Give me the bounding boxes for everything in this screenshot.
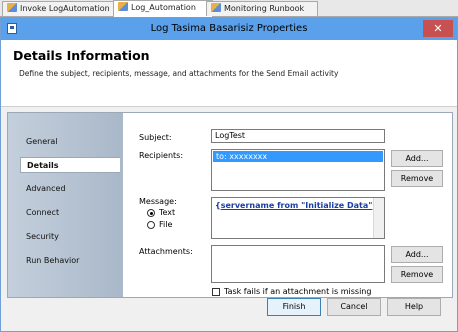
attachments-label: Attachments: <box>139 247 193 256</box>
message-scrollbar[interactable] <box>373 198 384 238</box>
text-radio[interactable] <box>147 209 155 217</box>
cancel-button[interactable]: Cancel <box>327 298 381 316</box>
runbook-icon <box>211 3 221 12</box>
file-radio[interactable] <box>147 221 155 229</box>
recipient-item[interactable]: to: xxxxxxxx <box>213 151 383 162</box>
details-header: Details Information Define the subject, … <box>1 40 457 107</box>
tab-monitoring-runbook[interactable]: Monitoring Runbook <box>206 1 318 16</box>
page-title: Details Information <box>13 48 150 63</box>
help-button[interactable]: Help <box>387 298 441 316</box>
tab-log-automation[interactable]: Log_Automation <box>113 0 213 17</box>
details-panel: Subject: LogTest Recipients: to: xxxxxxx… <box>123 112 453 298</box>
text-option-label: Text <box>159 208 176 217</box>
message-link-second[interactable]: fro <box>384 201 385 210</box>
finish-button[interactable]: Finish <box>267 298 321 316</box>
nav-item-security[interactable]: Security <box>26 232 59 241</box>
recipients-label: Recipients: <box>139 151 184 160</box>
page-description: Define the subject, recipients, message,… <box>19 69 339 78</box>
runbook-icon <box>7 3 17 12</box>
nav-item-run-behavior[interactable]: Run Behavior <box>26 256 79 265</box>
add-recipient-button[interactable]: Add... <box>391 150 443 167</box>
properties-dialog: Log Tasima Basarisiz Properties ✕ Detail… <box>0 17 458 332</box>
tab-invoke-logautomation[interactable]: Invoke LogAutomation <box>2 1 120 16</box>
remove-recipient-button[interactable]: Remove <box>391 170 443 187</box>
attachments-list[interactable] <box>211 245 385 283</box>
remove-attachment-button[interactable]: Remove <box>391 266 443 283</box>
subject-label: Subject: <box>139 133 172 142</box>
document-tabs: Invoke LogAutomation Log_Automation Moni… <box>0 0 458 17</box>
title-bar: Log Tasima Basarisiz Properties ✕ <box>1 18 457 40</box>
message-link-servername[interactable]: servername from "Initialize Data" <box>221 201 373 210</box>
nav-item-connect[interactable]: Connect <box>26 208 59 217</box>
message-textarea[interactable]: {servername from "Initialize Data"}{fro <box>211 197 385 239</box>
close-button[interactable]: ✕ <box>423 20 453 37</box>
file-option-label: File <box>159 220 173 229</box>
add-attachment-button[interactable]: Add... <box>391 246 443 263</box>
task-fail-label: Task fails if an attachment is missing <box>224 287 372 296</box>
nav-item-details[interactable]: Details <box>20 157 120 173</box>
task-fail-checkbox[interactable] <box>212 288 220 296</box>
settings-nav: General Details Advanced Connect Securit… <box>7 112 124 298</box>
window-title: Log Tasima Basarisiz Properties <box>150 23 308 34</box>
subject-input[interactable]: LogTest <box>211 129 385 143</box>
runbook-icon <box>118 2 128 11</box>
nav-item-general[interactable]: General <box>26 137 58 146</box>
nav-item-advanced[interactable]: Advanced <box>26 184 66 193</box>
message-label: Message: <box>139 197 177 206</box>
recipients-list[interactable]: to: xxxxxxxx <box>211 149 385 191</box>
